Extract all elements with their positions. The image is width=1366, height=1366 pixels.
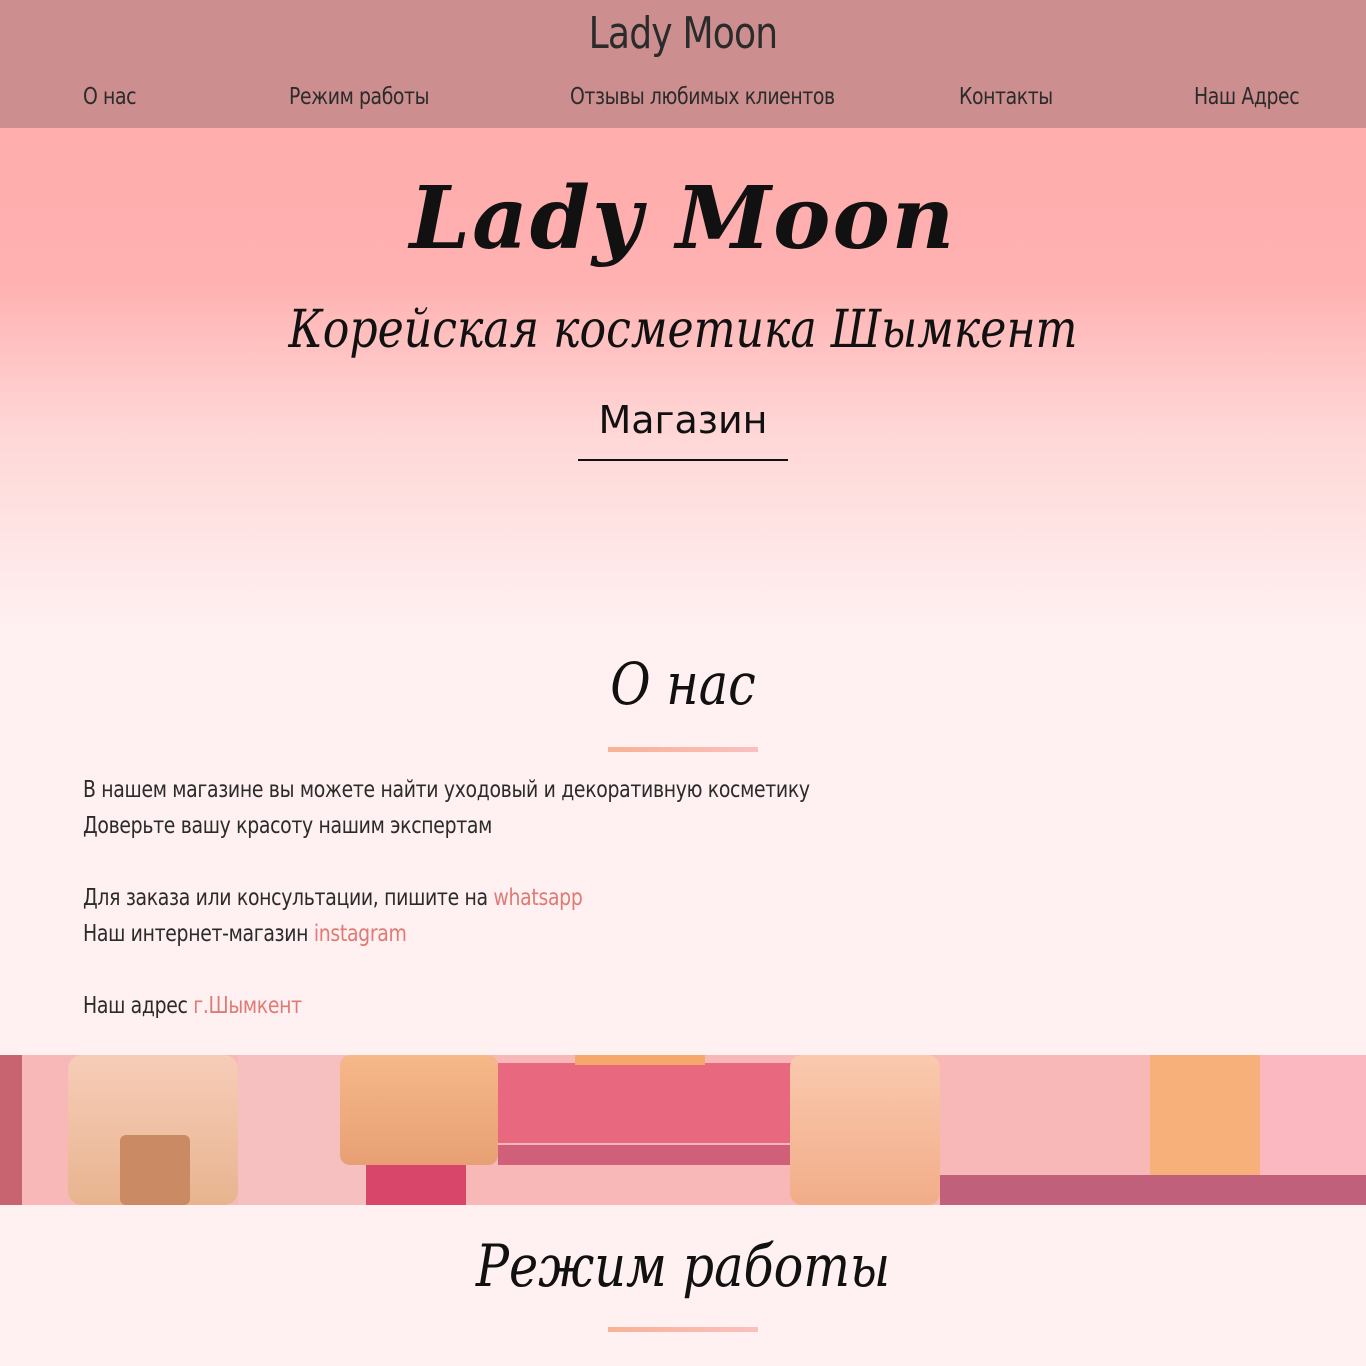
shop-line: Наш интернет-магазин instagram	[83, 921, 407, 947]
nav-item-contacts[interactable]: Контакты	[959, 84, 1053, 110]
nav-item-reviews[interactable]: Отзывы любимых клиентов	[570, 84, 835, 110]
nav-item-about[interactable]: О нас	[83, 84, 136, 110]
shop-text: Наш интернет-магазин	[83, 921, 314, 947]
hero-logo: Lady Moon	[409, 168, 957, 269]
about-text-line1: В нашем магазине вы можете найти уходовы…	[83, 777, 810, 803]
address-text: Наш адрес	[83, 993, 194, 1019]
order-text: Для заказа или консультации, пишите на	[83, 885, 494, 911]
nav-item-schedule[interactable]: Режим работы	[289, 84, 430, 110]
nav-item-address[interactable]: Наш Адрес	[1194, 84, 1300, 110]
instagram-link[interactable]: instagram	[314, 921, 407, 947]
about-heading: О нас	[610, 650, 756, 718]
order-line: Для заказа или консультации, пишите на w…	[83, 885, 583, 911]
top-navbar: Lady Moon О нас Режим работы Отзывы люби…	[0, 0, 1366, 128]
schedule-heading-underline	[608, 1327, 758, 1332]
perfume-banner-image	[0, 1055, 1366, 1205]
shop-button[interactable]: Магазин	[578, 398, 788, 461]
address-line: Наш адрес г.Шымкент	[83, 993, 302, 1019]
about-text-line2: Доверьте вашу красоту нашим экспертам	[83, 813, 493, 839]
site-title[interactable]: Lady Moon	[123, 8, 1243, 59]
hero-subtitle: Корейская косметика Шымкент	[288, 300, 1078, 360]
whatsapp-link[interactable]: whatsapp	[493, 885, 582, 911]
about-heading-underline	[608, 747, 758, 752]
address-link[interactable]: г.Шымкент	[193, 993, 302, 1019]
schedule-heading: Режим работы	[475, 1232, 891, 1300]
